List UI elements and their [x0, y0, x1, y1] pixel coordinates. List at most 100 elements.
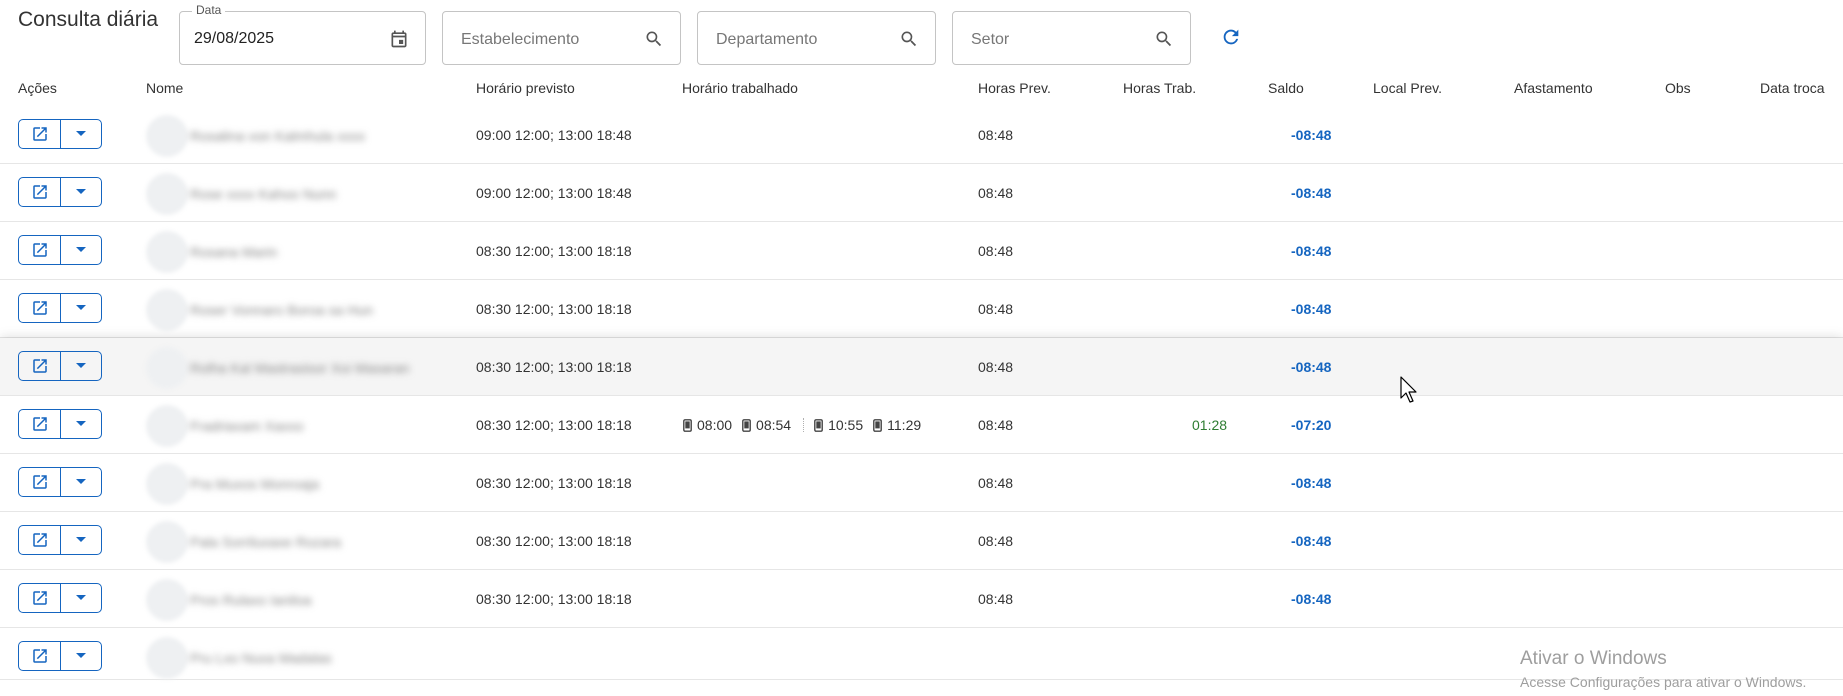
saldo: -08:48: [1291, 243, 1332, 259]
search-icon[interactable]: [1154, 29, 1174, 49]
row-actions: [18, 293, 102, 323]
open-button[interactable]: [19, 584, 61, 612]
search-icon[interactable]: [644, 29, 664, 49]
open-in-new-icon: [31, 299, 49, 317]
saldo: -08:48: [1291, 591, 1332, 607]
open-in-new-icon: [31, 357, 49, 375]
punch-entry[interactable]: 08:00: [683, 417, 732, 433]
horario-previsto: 09:00 12:00; 13:00 18:48: [476, 185, 632, 201]
more-actions-button[interactable]: [61, 410, 101, 438]
chevron-down-icon: [75, 304, 87, 312]
col-saldo[interactable]: Saldo: [1268, 80, 1304, 96]
more-actions-button[interactable]: [61, 236, 101, 264]
table-row[interactable]: Fradriaxam Xaxxo 08:30 12:00; 13:00 18:18…: [0, 396, 1843, 454]
col-horario-previsto[interactable]: Horário previsto: [476, 80, 575, 96]
open-button[interactable]: [19, 120, 61, 148]
calendar-icon[interactable]: [389, 29, 409, 49]
more-actions-button[interactable]: [61, 120, 101, 148]
open-button[interactable]: [19, 410, 61, 438]
open-button[interactable]: [19, 236, 61, 264]
search-icon[interactable]: [899, 29, 919, 49]
col-obs[interactable]: Obs: [1665, 80, 1691, 96]
estabelecimento-field[interactable]: Estabelecimento: [442, 11, 681, 65]
open-button[interactable]: [19, 178, 61, 206]
phone-icon: [742, 418, 756, 432]
horario-previsto: 08:30 12:00; 13:00 18:18: [476, 591, 632, 607]
open-button[interactable]: [19, 294, 61, 322]
horas-prev: 08:48: [978, 185, 1014, 201]
date-field[interactable]: Data 29/08/2025: [179, 3, 426, 65]
more-actions-button[interactable]: [61, 178, 101, 206]
open-button[interactable]: [19, 468, 61, 496]
punch-entry[interactable]: 10:55: [814, 417, 863, 433]
horas-trab: 01:28: [1192, 417, 1228, 433]
horas-prev: 08:48: [978, 591, 1014, 607]
chevron-down-icon: [75, 536, 87, 544]
table-row[interactable]: Roser Vonnaro Boroa sa Hun 08:30 12:00; 1…: [0, 280, 1843, 338]
horas-prev: 08:48: [978, 417, 1014, 433]
punch-time: 08:54: [756, 417, 792, 433]
employee-name[interactable]: Rose xxxx Kahoo Nunn: [190, 186, 336, 202]
table-row[interactable]: Pra Muxos Monroaja 08:30 12:00; 13:00 18:…: [0, 454, 1843, 512]
chevron-down-icon: [75, 478, 87, 486]
employee-name[interactable]: Fradriaxam Xaxxo: [190, 418, 304, 434]
horario-previsto: 08:30 12:00; 13:00 18:18: [476, 475, 632, 491]
employee-name[interactable]: Rosana Marin: [190, 244, 277, 260]
open-in-new-icon: [31, 589, 49, 607]
saldo: -08:48: [1291, 475, 1332, 491]
more-actions-button[interactable]: [61, 352, 101, 380]
open-in-new-icon: [31, 125, 49, 143]
refresh-icon[interactable]: [1220, 26, 1242, 48]
col-horas-prev[interactable]: Horas Prev.: [978, 80, 1051, 96]
col-data-troca[interactable]: Data troca: [1760, 80, 1825, 96]
chevron-down-icon: [75, 246, 87, 254]
horas-prev: 08:48: [978, 359, 1014, 375]
horario-previsto: 08:30 12:00; 13:00 18:18: [476, 301, 632, 317]
col-local-prev[interactable]: Local Prev.: [1373, 80, 1442, 96]
employee-name[interactable]: Rolha Kal Mastrasisor Xoi Masaran: [190, 360, 409, 376]
avatar: [146, 463, 188, 505]
employee-name[interactable]: Pala Sorriluxaxe Rozara: [190, 534, 341, 550]
open-button[interactable]: [19, 526, 61, 554]
employee-name[interactable]: Roser Vonnaro Boroa sa Hun: [190, 302, 373, 318]
date-value[interactable]: 29/08/2025: [194, 30, 274, 48]
more-actions-button[interactable]: [61, 584, 101, 612]
table-row[interactable]: Rosalina von Kalmhula xxxx 09:00 12:00; 1…: [0, 106, 1843, 164]
table-row[interactable]: Pros Rulaxo Ianiloa 08:30 12:00; 13:00 18…: [0, 570, 1843, 628]
row-actions: [18, 409, 102, 439]
punch-entry[interactable]: 11:29: [873, 417, 921, 433]
estabelecimento-placeholder: Estabelecimento: [461, 31, 580, 48]
open-button[interactable]: [19, 352, 61, 380]
employee-name[interactable]: Pru Lxo Nuxa Madalas: [190, 650, 332, 666]
more-actions-button[interactable]: [61, 642, 101, 670]
col-horas-trab[interactable]: Horas Trab.: [1123, 80, 1196, 96]
col-acoes[interactable]: Ações: [18, 80, 57, 96]
departamento-field[interactable]: Departamento: [697, 11, 936, 65]
avatar: [146, 289, 188, 331]
col-horario-trabalhado[interactable]: Horário trabalhado: [682, 80, 798, 96]
table-row[interactable]: Rolha Kal Mastrasisor Xoi Masaran 08:30 1…: [0, 338, 1843, 396]
table-row[interactable]: Rosana Marin 08:30 12:00; 13:00 18:18 08:4…: [0, 222, 1843, 280]
employee-name[interactable]: Rosalina von Kalmhula xxxx: [190, 128, 365, 144]
date-label: Data: [192, 3, 226, 17]
horario-previsto: 08:30 12:00; 13:00 18:18: [476, 243, 632, 259]
avatar: [146, 405, 188, 447]
col-afastamento[interactable]: Afastamento: [1514, 80, 1593, 96]
employee-name[interactable]: Pra Muxos Monroaja: [190, 476, 319, 492]
horas-prev: 08:48: [978, 475, 1014, 491]
more-actions-button[interactable]: [61, 294, 101, 322]
horas-prev: 08:48: [978, 301, 1014, 317]
punch-entry[interactable]: 08:54: [742, 417, 791, 433]
table-row[interactable]: Rose xxxx Kahoo Nunn 09:00 12:00; 13:00 1…: [0, 164, 1843, 222]
setor-field[interactable]: Setor: [952, 11, 1191, 65]
chevron-down-icon: [75, 594, 87, 602]
saldo: -07:20: [1291, 417, 1332, 433]
open-button[interactable]: [19, 642, 61, 670]
more-actions-button[interactable]: [61, 468, 101, 496]
punch-time: 08:00: [697, 417, 733, 433]
saldo: -08:48: [1291, 127, 1332, 143]
employee-name[interactable]: Pros Rulaxo Ianiloa: [190, 592, 311, 608]
more-actions-button[interactable]: [61, 526, 101, 554]
col-nome[interactable]: Nome: [146, 80, 183, 96]
table-row[interactable]: Pala Sorriluxaxe Rozara 08:30 12:00; 13:0…: [0, 512, 1843, 570]
